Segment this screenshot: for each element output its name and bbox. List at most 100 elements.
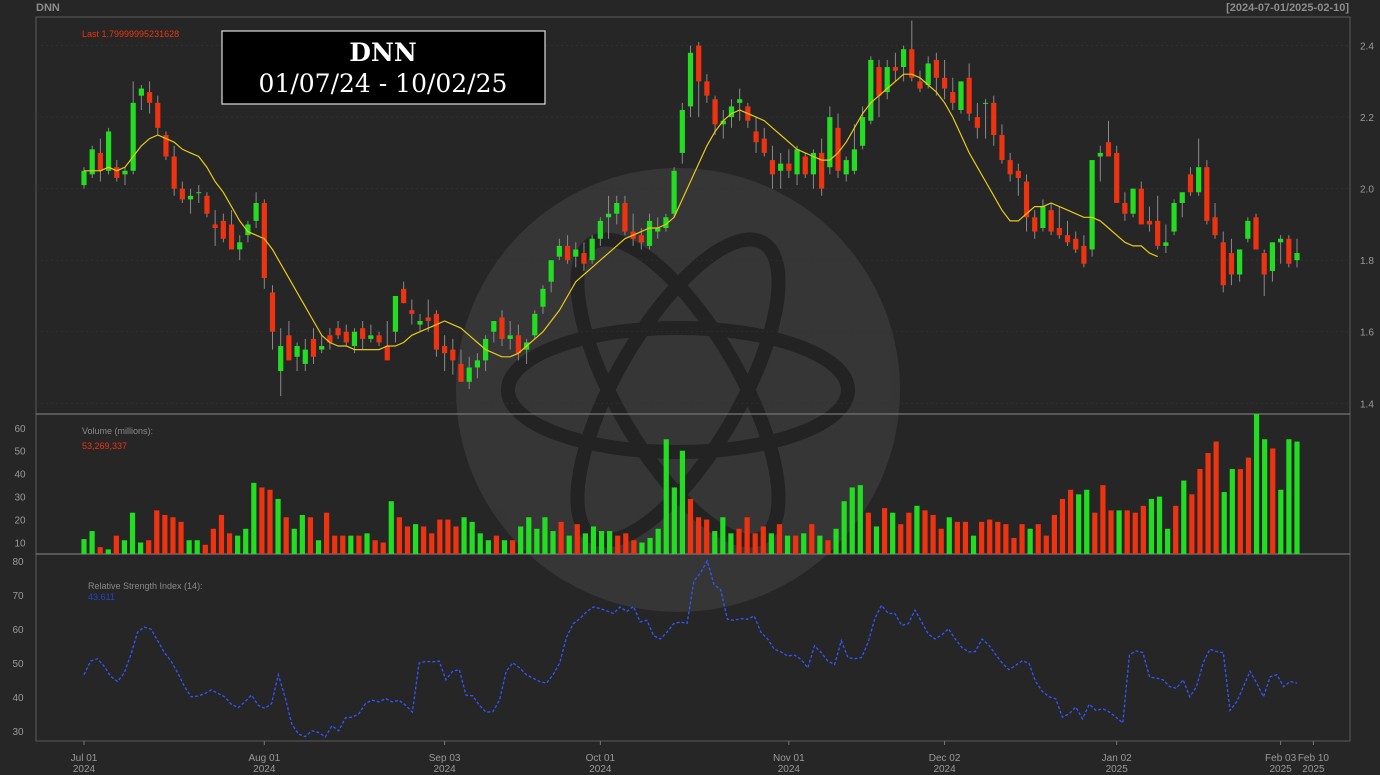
volume-bar (243, 528, 249, 554)
volume-tick-label: 40 (14, 470, 26, 481)
x-axis: Jul 012024Aug 012024Sep 032024Oct 012024… (71, 741, 1330, 775)
x-tick-label: Dec 02 (929, 753, 961, 764)
rsi-label: Relative Strength Index (14): (88, 581, 203, 591)
candle-body (982, 102, 989, 104)
candle-body (368, 335, 374, 339)
volume-bar (1294, 441, 1300, 554)
candle-body (900, 49, 907, 68)
chart-root: DNN [2024-07-01/2025-02-10] 1.4 1.6 1.8 2.0… (0, 0, 1380, 775)
volume-bar (809, 524, 815, 554)
volume-bar (1165, 528, 1171, 554)
candle-body (196, 192, 202, 194)
volume-bar (526, 517, 532, 554)
candle-body (966, 77, 972, 114)
candle-body (941, 77, 948, 89)
candle-body (851, 149, 858, 171)
volume-bar (162, 514, 168, 554)
candle-body (1081, 245, 1087, 264)
candle-body (81, 170, 87, 186)
candle-body (1286, 238, 1292, 264)
volume-bar (590, 526, 597, 554)
x-tick-year: 2024 (253, 764, 276, 775)
volume-bar (267, 489, 273, 554)
volume-bar (639, 542, 645, 554)
x-tick-year: 2024 (73, 764, 96, 775)
volume-bar (1245, 457, 1252, 554)
x-tick-year: 2024 (433, 764, 456, 775)
volume-bar (962, 521, 969, 554)
volume-bar (1237, 469, 1243, 554)
candle-body (187, 195, 194, 200)
candle-body (155, 102, 161, 128)
price-tick-label: 2.4 (1360, 42, 1374, 53)
volume-bar (1197, 469, 1203, 554)
volume-bar (970, 535, 977, 554)
candle-body (737, 99, 743, 103)
volume-bar (1189, 494, 1195, 554)
candle-body (556, 245, 562, 257)
volume-bar (412, 524, 419, 554)
volume-bar (1270, 448, 1276, 554)
rsi-axis: 30 40 50 60 70 80 (12, 557, 24, 738)
candle-body (114, 167, 120, 178)
candle-body (138, 88, 144, 96)
volume-bar (857, 485, 863, 554)
x-tick-label: Feb 10 (1298, 753, 1330, 764)
rsi-tick-label: 70 (12, 591, 24, 602)
volume-bar (97, 547, 103, 554)
volume-bar (598, 531, 605, 554)
last-price-label: Last 1.79999995231628 (82, 29, 179, 39)
volume-bar (987, 519, 993, 554)
candle-body (892, 67, 898, 71)
volume-bar (930, 514, 936, 554)
volume-bar (251, 482, 257, 554)
x-tick-year: 2025 (1302, 764, 1325, 775)
volume-bar (518, 526, 524, 554)
candle-body (1278, 238, 1284, 243)
candle-body (409, 310, 415, 314)
volume-bar (1205, 453, 1211, 554)
candle-body (204, 195, 210, 214)
volume-bar (186, 540, 192, 554)
candle-body (1196, 167, 1202, 193)
volume-bar (1278, 489, 1284, 554)
rsi-tick-label: 40 (12, 693, 24, 704)
volume-bar (744, 517, 750, 554)
candle-body (999, 135, 1005, 161)
candle-body (1064, 235, 1071, 243)
price-tick-label: 1.4 (1360, 399, 1374, 410)
candle-body (1237, 249, 1243, 275)
candle-body (507, 335, 513, 339)
candle-body (753, 131, 759, 143)
volume-bar (437, 519, 443, 554)
volume-bar (631, 540, 637, 554)
volume-bar (776, 524, 783, 554)
volume-bar (1229, 469, 1235, 554)
volume-bar (1108, 510, 1114, 554)
volume-bar (1084, 489, 1090, 554)
candle-body (548, 260, 554, 282)
volume-bar (324, 512, 330, 554)
candle-body (1032, 217, 1038, 232)
candle-body (638, 235, 644, 243)
volume-bar (938, 528, 944, 554)
candle-body (605, 213, 612, 218)
volume-bar (218, 514, 225, 554)
candle-body (401, 288, 407, 304)
volume-bar (348, 535, 354, 554)
volume-tick-label: 20 (14, 516, 26, 527)
candle-body (1212, 217, 1218, 236)
volume-bar (663, 439, 669, 554)
chart-svg: 1.4 1.6 1.8 2.0 2.2 2.4 10 20 30 40 50 60 30 40 50 60 70… (12, 16, 1374, 775)
x-tick-year: 2025 (1106, 764, 1129, 775)
candle-body (704, 81, 710, 96)
candle-body (302, 349, 308, 364)
candle-body (105, 131, 112, 171)
volume-bar (784, 535, 791, 554)
candle-body (622, 202, 628, 232)
volume-bar (1100, 485, 1106, 554)
candle-body (278, 346, 284, 372)
candle-body (991, 102, 997, 136)
volume-bar (914, 505, 920, 554)
candle-body (130, 102, 136, 171)
